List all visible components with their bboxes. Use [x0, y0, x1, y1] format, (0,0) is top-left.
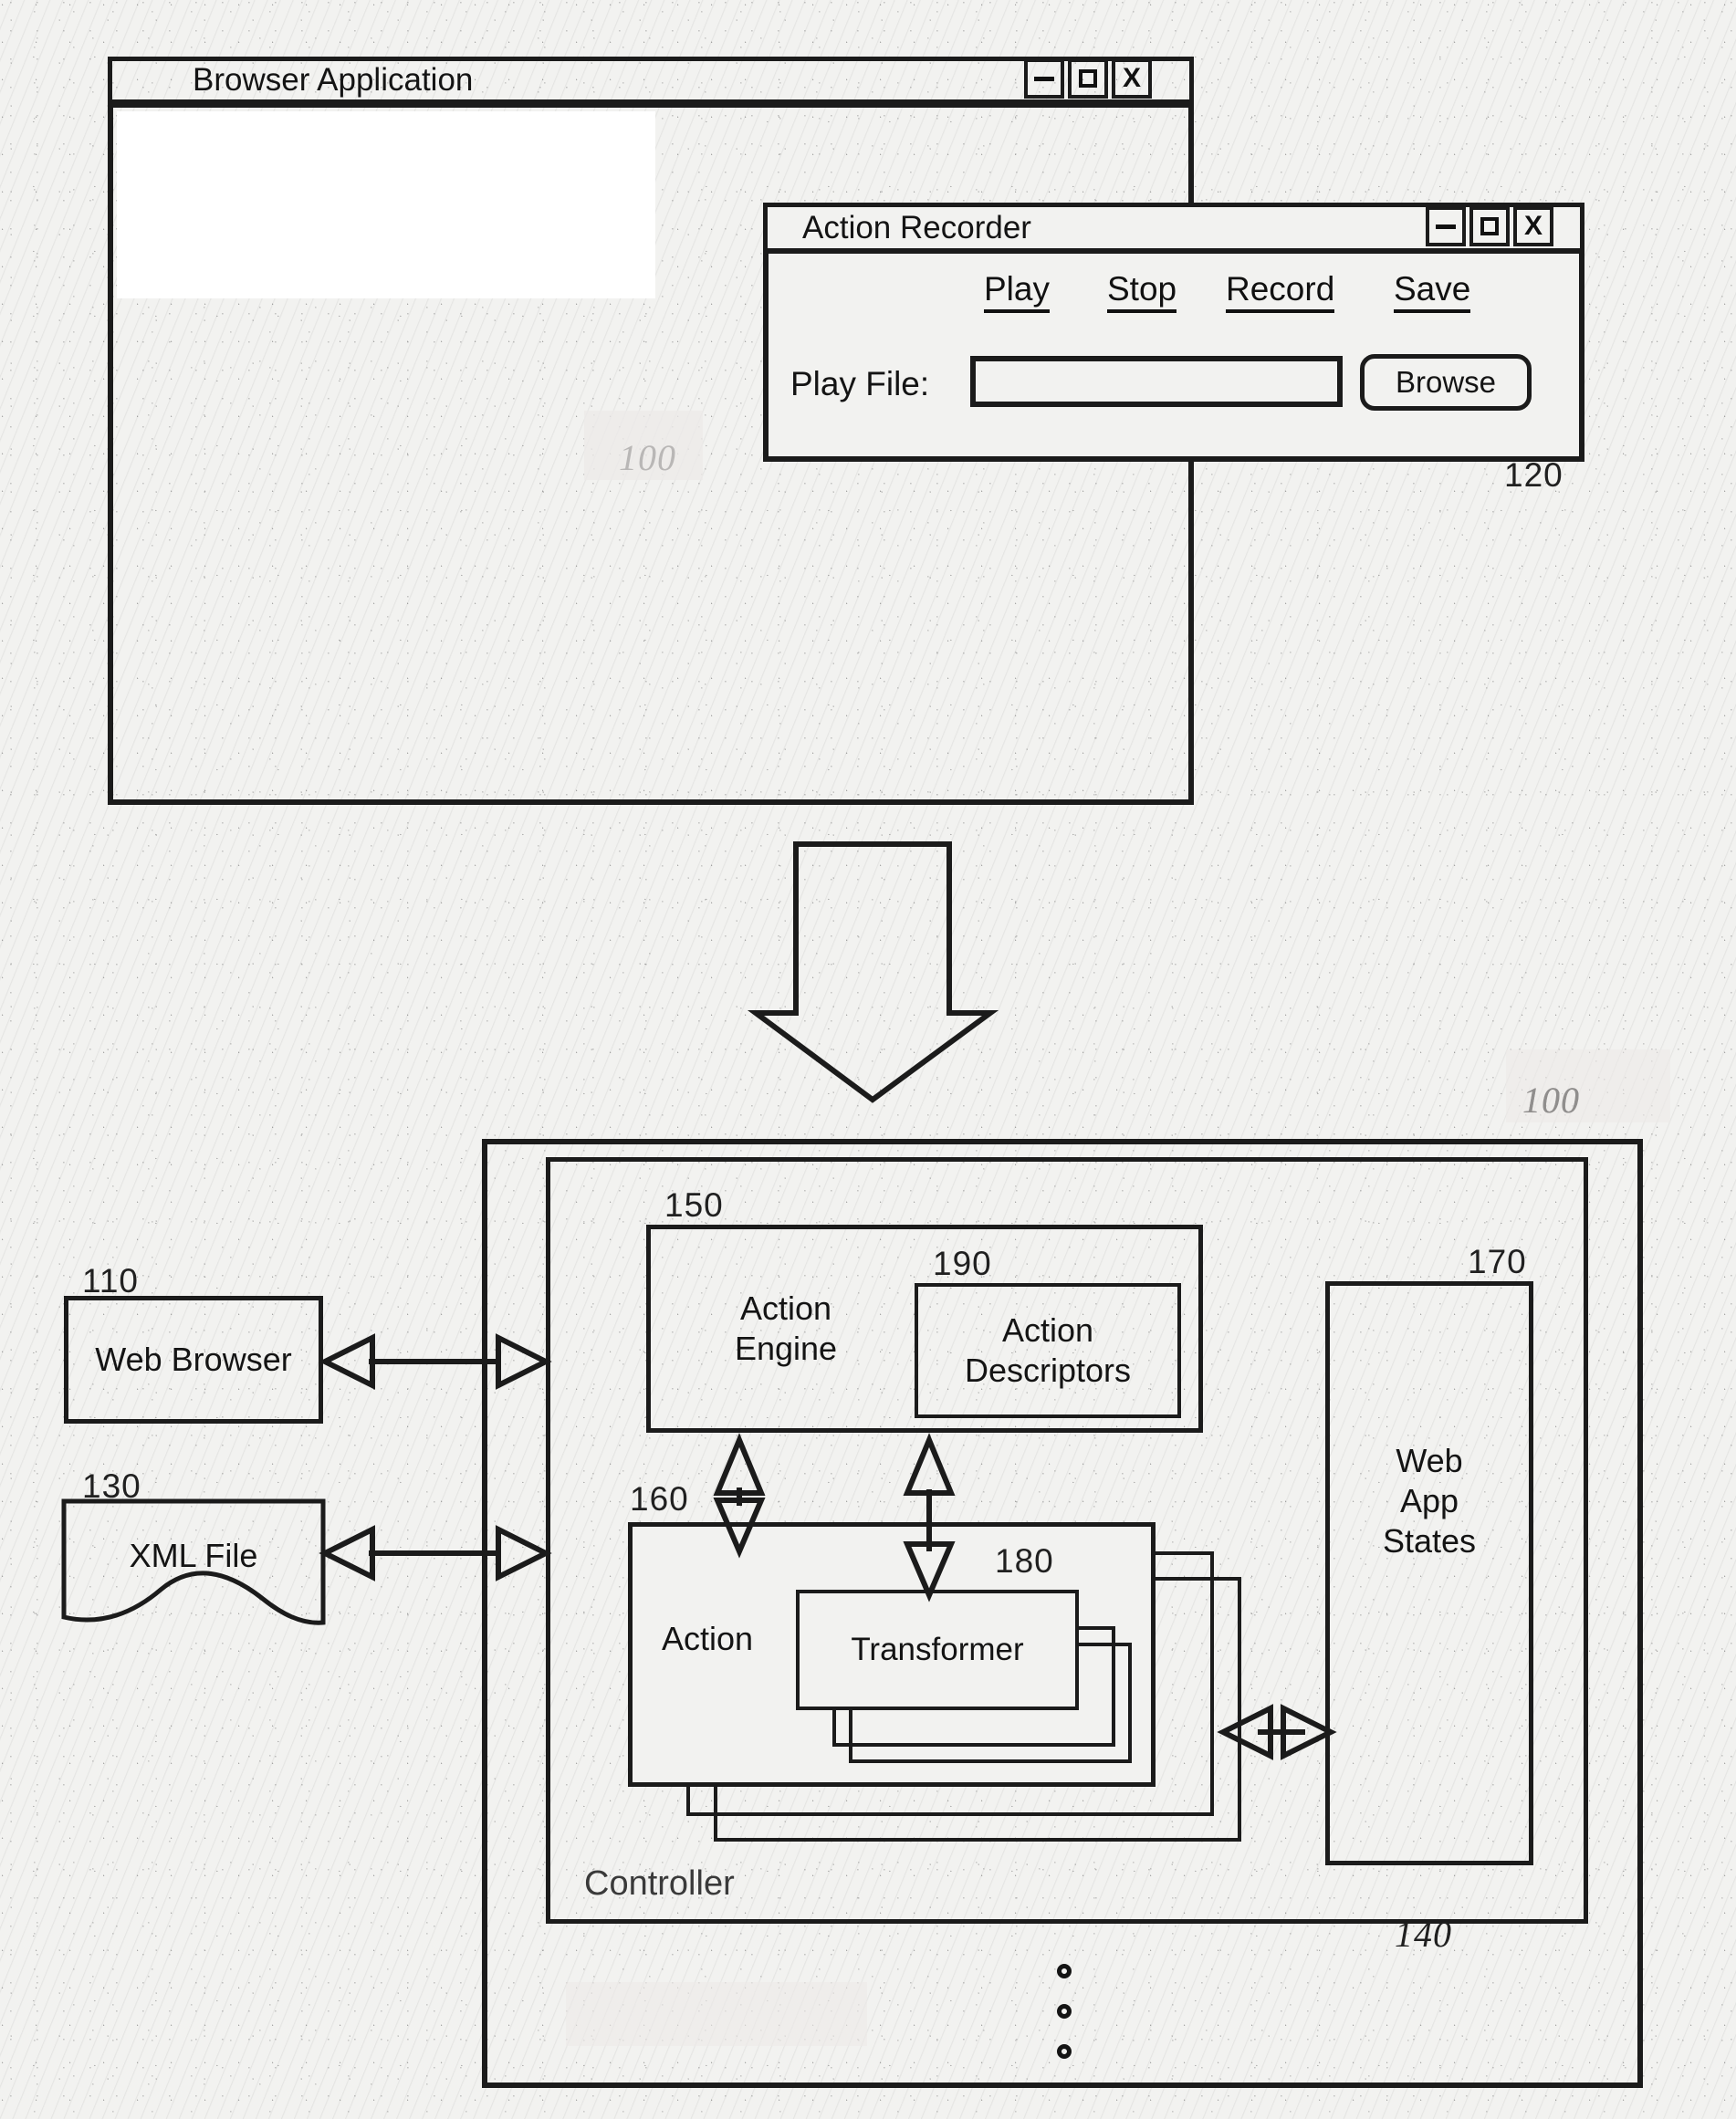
play-file-label: Play File:: [790, 365, 930, 402]
menu-item-stop[interactable]: Stop: [1107, 270, 1177, 313]
arrowhead-down-action-left: [713, 1498, 766, 1559]
menu-item-save[interactable]: Save: [1394, 270, 1471, 313]
action-recorder-title: Action Recorder: [802, 210, 1031, 245]
action-recorder-window-controls[interactable]: X: [1426, 206, 1553, 246]
arrowhead-to-web-browser: [319, 1333, 375, 1390]
maximize-icon[interactable]: [1469, 206, 1510, 246]
minimize-icon[interactable]: [1426, 206, 1466, 246]
figure-canvas: Browser Application X 100 Action Recorde…: [0, 0, 1736, 2119]
play-file-input[interactable]: [970, 356, 1343, 407]
arrowhead-to-xml-file: [319, 1525, 375, 1581]
arrowhead-up-engine-left: [713, 1433, 766, 1496]
xml-file-document-shape: [61, 1498, 326, 1625]
arrowhead-up-engine-right: [903, 1433, 956, 1496]
play-file-input-field[interactable]: [976, 361, 1337, 402]
menu-item-play[interactable]: Play: [984, 270, 1050, 313]
arrowhead-to-controller-lower: [496, 1525, 552, 1581]
menu-item-record[interactable]: Record: [1226, 270, 1335, 313]
browse-button[interactable]: Browse: [1360, 354, 1532, 411]
close-icon[interactable]: X: [1513, 206, 1553, 246]
arrowhead-to-controller-upper: [496, 1333, 552, 1390]
ref-numeral-action-recorder-120: 120: [1504, 456, 1563, 494]
arrowhead-down-transformer: [903, 1541, 956, 1602]
